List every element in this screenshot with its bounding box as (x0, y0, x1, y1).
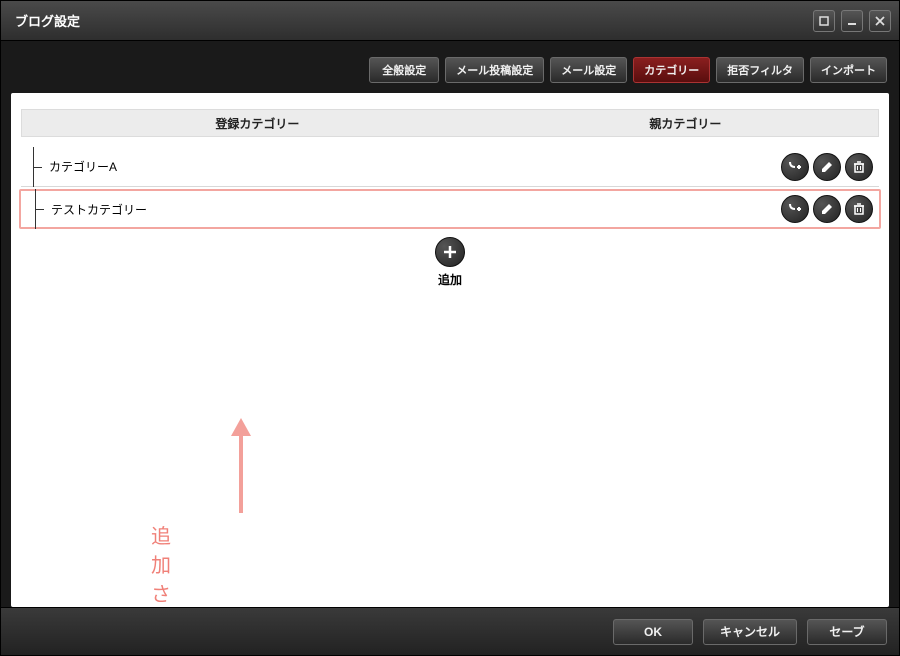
add-child-icon (787, 201, 803, 217)
add-category-button[interactable] (435, 237, 465, 267)
minimize-icon (847, 16, 857, 26)
tab-mail[interactable]: メール設定 (550, 57, 627, 83)
trash-icon (851, 159, 867, 175)
row-actions (781, 195, 879, 223)
add-category-area: 追加 (11, 237, 889, 288)
category-row-highlighted: テストカテゴリー (19, 189, 881, 229)
save-button[interactable]: セーブ (807, 619, 887, 645)
close-icon (875, 16, 885, 26)
category-rows: カテゴリーA (21, 147, 879, 229)
minimize-button[interactable] (841, 10, 863, 32)
row-actions (781, 153, 879, 181)
footer: OK キャンセル セーブ (1, 607, 899, 655)
column-headers: 登録カテゴリー 親カテゴリー (21, 109, 879, 137)
plus-icon (442, 244, 458, 260)
tab-bar: 全般設定 メール投稿設定 メール設定 カテゴリー 拒否フィルタ インポート (11, 51, 889, 93)
edit-button[interactable] (813, 195, 841, 223)
delete-button[interactable] (845, 153, 873, 181)
add-child-button[interactable] (781, 153, 809, 181)
tree-branch-icon (35, 189, 43, 229)
tab-reject-filter[interactable]: 拒否フィルタ (716, 57, 804, 83)
col-parent-category: 親カテゴリー (493, 115, 878, 132)
tree-branch-icon (33, 147, 41, 187)
cancel-button[interactable]: キャンセル (703, 619, 797, 645)
body-area: 全般設定 メール投稿設定 メール設定 カテゴリー 拒否フィルタ インポート 登録… (1, 41, 899, 607)
ok-button[interactable]: OK (613, 619, 693, 645)
maximize-button[interactable] (813, 10, 835, 32)
annotation-text: 追加されたカテゴリー (151, 520, 171, 607)
tab-mail-post[interactable]: メール投稿設定 (445, 57, 544, 83)
edit-icon (819, 201, 835, 217)
window-title: ブログ設定 (15, 11, 807, 30)
edit-icon (819, 159, 835, 175)
tab-category[interactable]: カテゴリー (633, 57, 710, 83)
col-registered-category: 登録カテゴリー (22, 115, 493, 132)
tab-import[interactable]: インポート (810, 57, 887, 83)
trash-icon (851, 201, 867, 217)
close-button[interactable] (869, 10, 891, 32)
tab-general[interactable]: 全般設定 (369, 57, 439, 83)
add-label: 追加 (438, 271, 462, 288)
add-child-button[interactable] (781, 195, 809, 223)
edit-button[interactable] (813, 153, 841, 181)
content-panel: 登録カテゴリー 親カテゴリー カテゴリーA (11, 93, 889, 607)
blog-settings-window: ブログ設定 全般設定 メール投稿設定 メール設定 カテゴリー 拒否フィルタ イン… (0, 0, 900, 656)
maximize-icon (819, 16, 829, 26)
category-row: カテゴリーA (21, 147, 879, 187)
category-name: テストカテゴリー (51, 201, 781, 218)
titlebar: ブログ設定 (1, 1, 899, 41)
annotation-arrow-icon (221, 418, 261, 518)
add-child-icon (787, 159, 803, 175)
category-name: カテゴリーA (49, 158, 781, 175)
delete-button[interactable] (845, 195, 873, 223)
